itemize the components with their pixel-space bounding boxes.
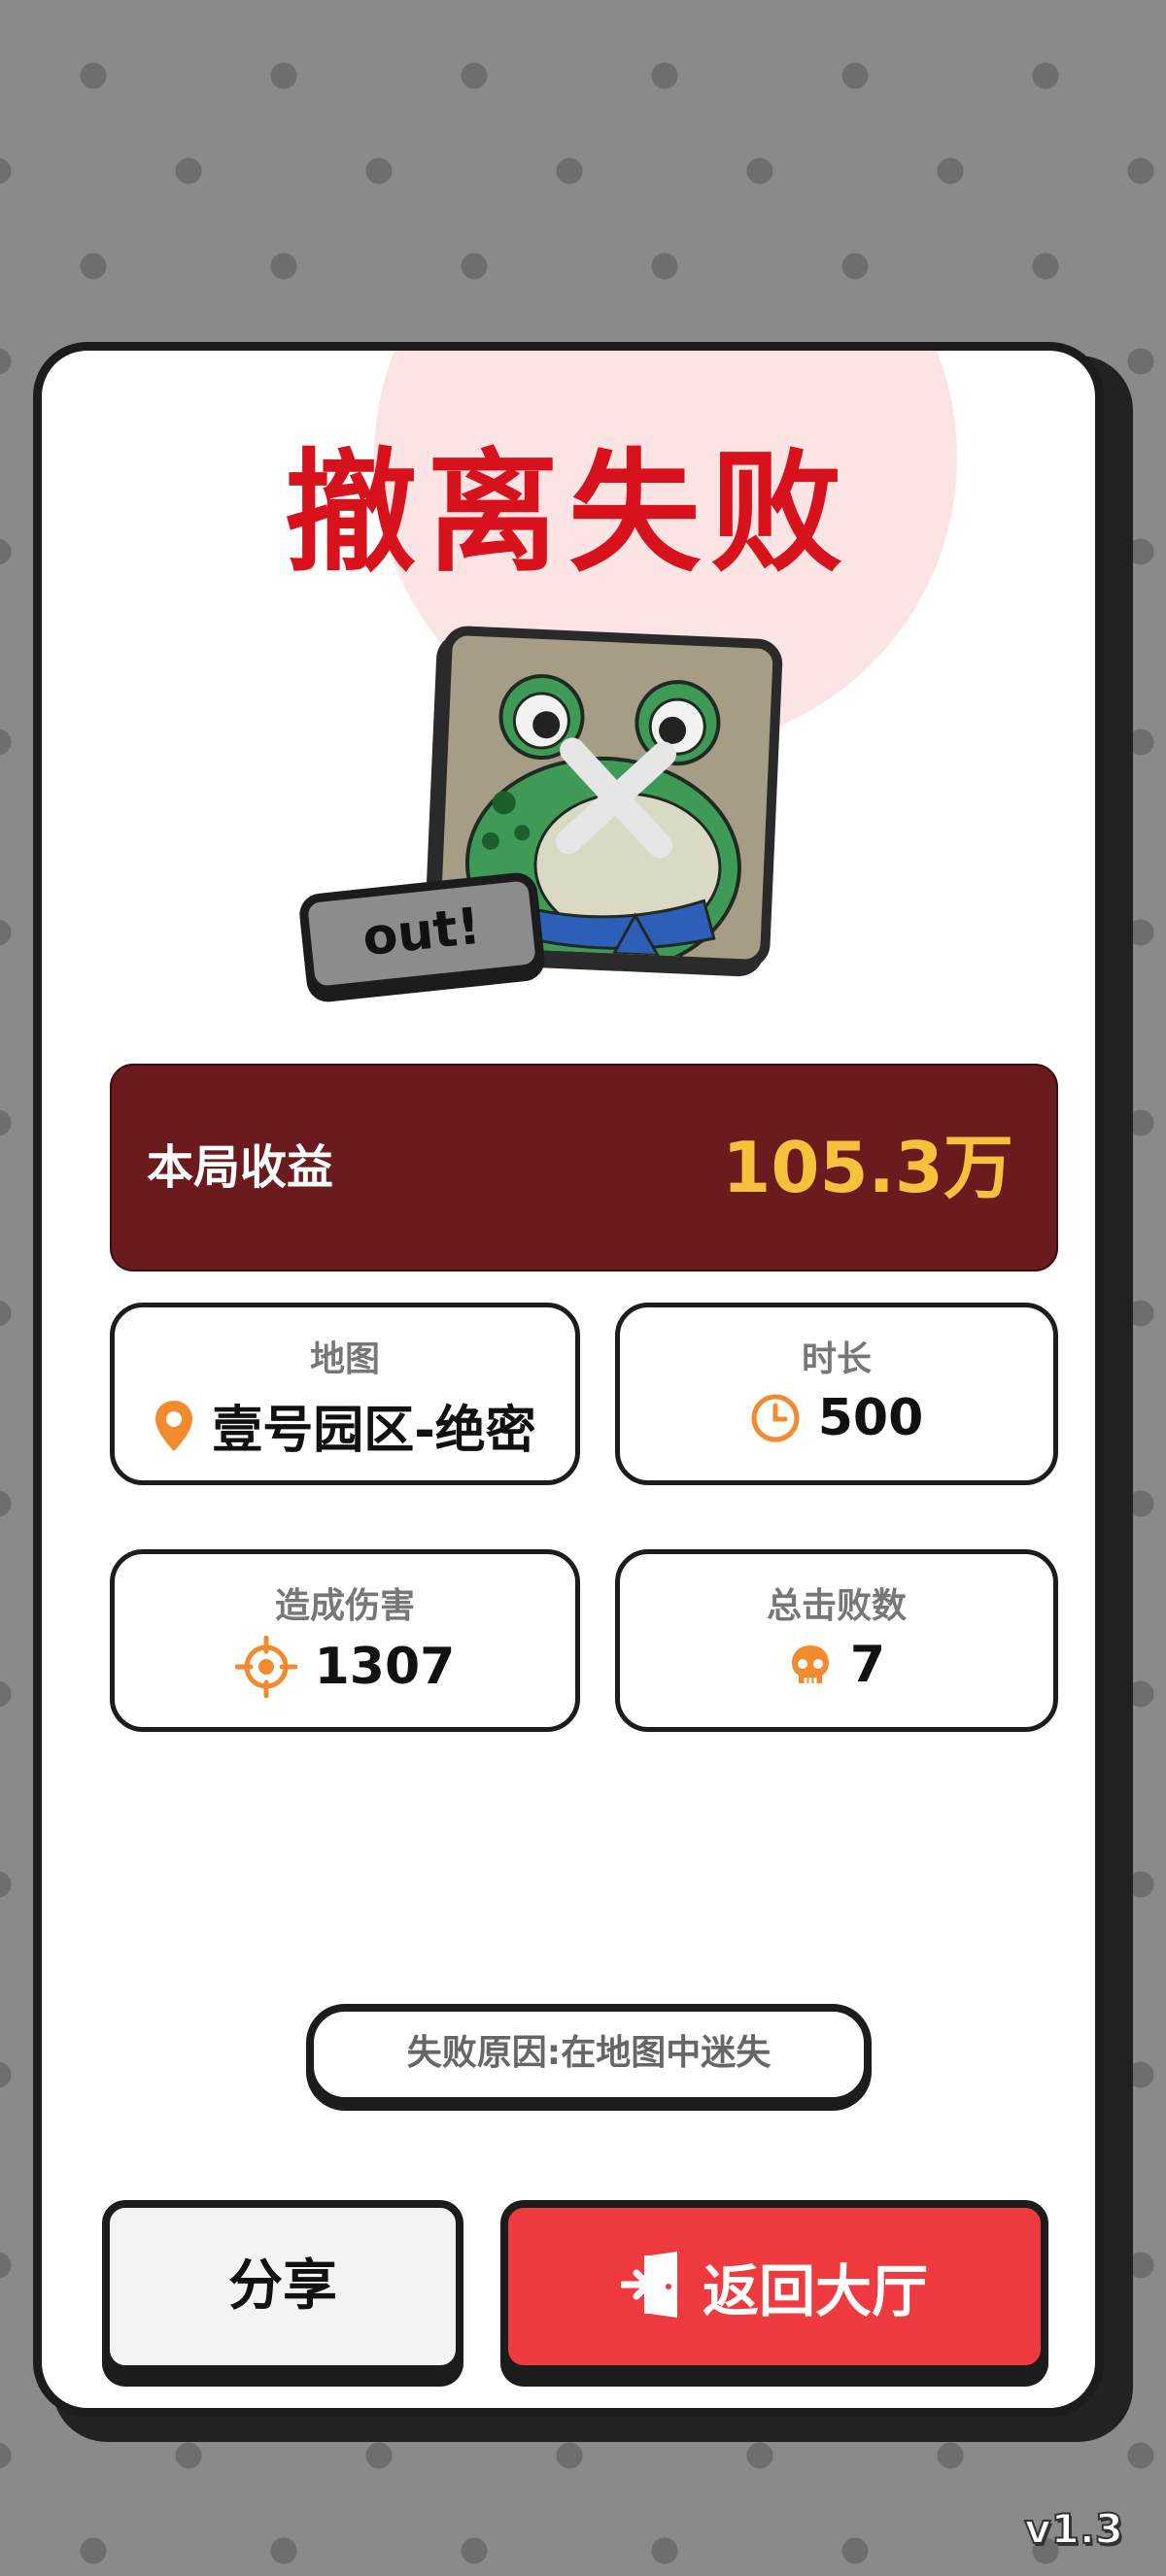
earnings-value: 105.3万 <box>722 1127 1013 1208</box>
location-pin-icon <box>154 1399 194 1453</box>
page-title: 撤离失败 <box>285 437 852 591</box>
stat-kills-value: 7 <box>849 1636 886 1694</box>
stat-duration-value: 500 <box>817 1389 924 1447</box>
stat-map-label: 地图 <box>309 1339 380 1379</box>
stat-damage-value: 1307 <box>314 1638 456 1696</box>
crosshair-icon <box>234 1636 297 1698</box>
clock-icon <box>750 1393 801 1443</box>
close-icon <box>555 737 676 859</box>
version-label: v1.3 <box>1023 2504 1124 2554</box>
stat-duration: 时长 500 <box>615 1303 1058 1485</box>
fail-reason: 失败原因:在地图中迷失 <box>306 2004 872 2105</box>
stat-duration-label: 时长 <box>801 1339 872 1379</box>
result-card: 撤离失败 out! 本局收益 105.3万 地图 壹号园区-绝密 时长 500 … <box>33 342 1104 2417</box>
stat-map: 地图 壹号园区-绝密 <box>110 1303 580 1485</box>
earnings-label: 本局收益 <box>147 1140 334 1195</box>
exit-door-icon <box>619 2250 689 2323</box>
return-lobby-label: 返回大厅 <box>702 2258 928 2324</box>
stat-kills-label: 总击败数 <box>766 1586 907 1626</box>
stat-damage: 造成伤害 1307 <box>110 1549 580 1732</box>
skull-icon <box>788 1643 833 1687</box>
stat-map-value: 壹号园区-绝密 <box>212 1402 536 1460</box>
share-button[interactable]: 分享 <box>102 2200 463 2373</box>
stat-damage-label: 造成伤害 <box>274 1586 415 1626</box>
return-lobby-button[interactable]: 返回大厅 <box>500 2200 1048 2373</box>
stat-kills: 总击败数 7 <box>615 1549 1058 1732</box>
earnings-panel: 本局收益 105.3万 <box>110 1064 1058 1271</box>
